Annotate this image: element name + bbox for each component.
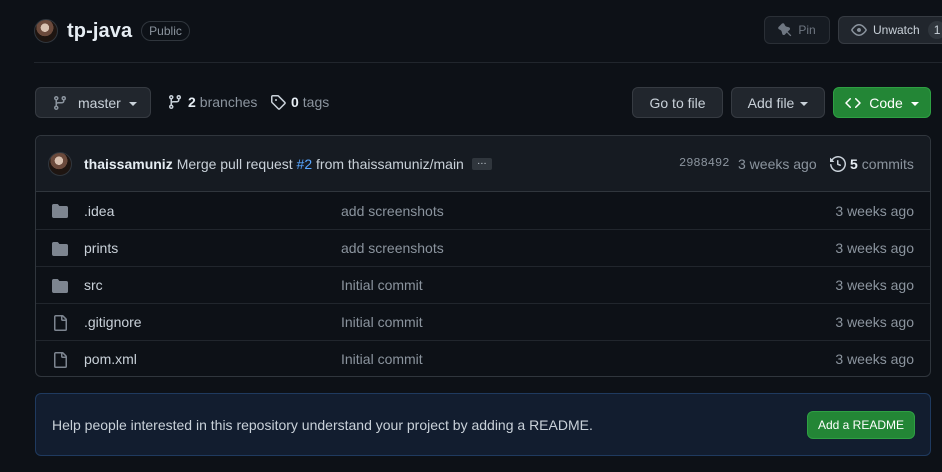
file-commit-time: 3 weeks ago (835, 277, 914, 293)
add-file-label: Add file (747, 94, 795, 111)
folder-icon (52, 203, 68, 219)
repo-name[interactable]: tp-java (67, 20, 132, 43)
branches-count: 2 (188, 94, 196, 110)
file-commit-time: 3 weeks ago (835, 314, 914, 330)
file-row[interactable]: pom.xml Initial commit 3 weeks ago (36, 340, 930, 376)
file-commit-message-link[interactable]: add screenshots (341, 240, 444, 256)
file-name-link[interactable]: src (84, 277, 103, 293)
unwatch-label: Unwatch (873, 23, 920, 37)
unwatch-button[interactable]: Unwatch 1 (838, 16, 942, 44)
commits-label: commits (861, 156, 914, 172)
pull-request-link[interactable]: #2 (297, 156, 313, 172)
author-avatar[interactable] (48, 152, 72, 176)
readme-banner: Help people interested in this repositor… (35, 393, 931, 456)
code-button[interactable]: Code (833, 87, 931, 118)
header-divider (34, 62, 942, 63)
branch-select-button[interactable]: master (35, 87, 151, 118)
tags-label: tags (302, 94, 330, 110)
eye-icon (851, 22, 867, 38)
branches-link[interactable]: 2 branches (167, 94, 257, 110)
add-file-button[interactable]: Add file (731, 87, 825, 118)
file-name-link[interactable]: prints (84, 240, 118, 256)
file-commit-message-link[interactable]: Initial commit (341, 351, 423, 367)
chevron-down-icon (910, 101, 919, 106)
readme-banner-text: Help people interested in this repositor… (52, 417, 593, 433)
git-branch-icon (167, 94, 183, 110)
git-branch-icon (52, 95, 68, 111)
commits-count: 5 (850, 156, 858, 172)
tags-count: 0 (291, 94, 299, 110)
file-icon (52, 352, 68, 368)
repo-header: tp-java Public (34, 17, 190, 45)
code-label: Code (869, 94, 903, 111)
file-icon (52, 315, 68, 331)
file-row[interactable]: .idea add screenshots 3 weeks ago (36, 192, 930, 229)
tags-link[interactable]: 0 tags (270, 94, 329, 110)
watch-counter: 1 (927, 21, 942, 39)
go-to-file-button[interactable]: Go to file (632, 87, 723, 118)
file-commit-message-link[interactable]: Initial commit (341, 314, 423, 330)
commits-history-link[interactable]: 5 commits (830, 156, 914, 172)
commit-message-prefix[interactable]: Merge pull request (177, 156, 293, 172)
pin-icon (778, 23, 792, 37)
file-commit-message-link[interactable]: Initial commit (341, 277, 423, 293)
branch-name: master (78, 94, 121, 111)
branches-label: branches (199, 94, 258, 110)
code-icon (845, 95, 862, 111)
file-row[interactable]: src Initial commit 3 weeks ago (36, 266, 930, 303)
add-readme-button[interactable]: Add a README (807, 411, 915, 439)
folder-icon (52, 278, 68, 294)
commit-author-link[interactable]: thaissamuniz (84, 156, 173, 172)
commit-message: thaissamuniz Merge pull request #2 from … (84, 156, 492, 172)
pin-button[interactable]: Pin (764, 16, 830, 44)
file-browser: thaissamuniz Merge pull request #2 from … (35, 135, 931, 377)
owner-avatar[interactable] (34, 19, 58, 43)
commit-message-suffix[interactable]: from thaissamuniz/main (316, 156, 464, 172)
chevron-down-icon (128, 101, 137, 106)
file-name-link[interactable]: .idea (84, 203, 114, 219)
chevron-down-icon (800, 101, 809, 106)
folder-icon (52, 241, 68, 257)
file-commit-time: 3 weeks ago (835, 202, 914, 219)
visibility-badge: Public (141, 21, 190, 41)
file-commit-time: 3 weeks ago (835, 351, 914, 367)
commit-time: 3 weeks ago (738, 156, 817, 172)
tag-icon (270, 94, 286, 110)
file-row[interactable]: prints add screenshots 3 weeks ago (36, 229, 930, 266)
file-name-link[interactable]: .gitignore (84, 314, 142, 330)
file-commit-time: 3 weeks ago (835, 240, 914, 256)
latest-commit-bar: thaissamuniz Merge pull request #2 from … (36, 136, 930, 192)
file-row[interactable]: .gitignore Initial commit 3 weeks ago (36, 303, 930, 340)
history-icon (830, 156, 846, 172)
expand-commit-button[interactable]: … (471, 157, 492, 170)
commit-sha-link[interactable]: 2988492 (679, 156, 729, 170)
pin-label: Pin (798, 23, 816, 37)
file-commit-message-link[interactable]: add screenshots (341, 203, 444, 219)
file-name-link[interactable]: pom.xml (84, 351, 137, 367)
